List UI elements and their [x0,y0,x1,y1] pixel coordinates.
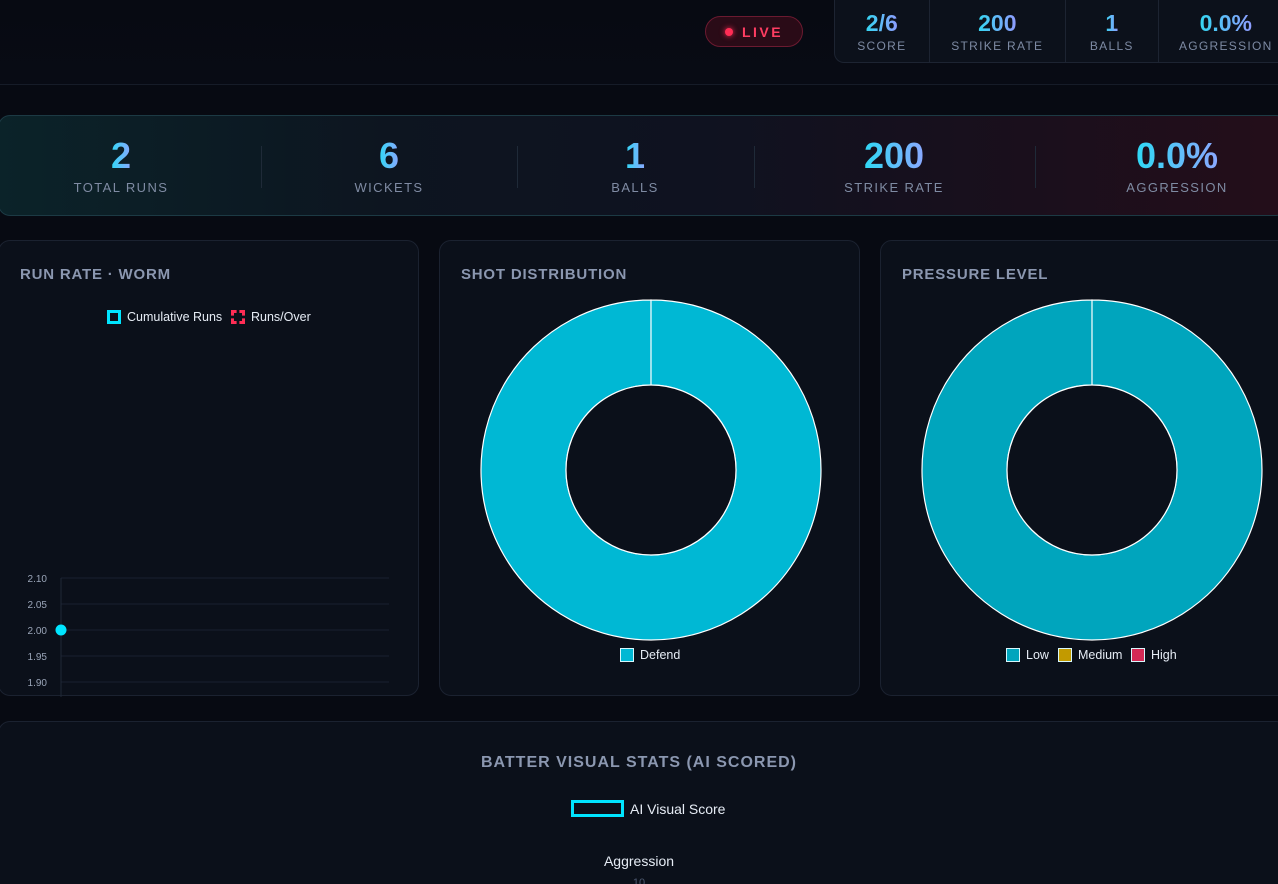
stat-label: WICKETS [354,179,424,195]
stat-label: SCORE [857,38,907,53]
card-title: BATTER VISUAL STATS (AI SCORED) [480,754,798,771]
live-badge: LIVE [705,16,803,47]
stat-label: AGGRESSION [1126,179,1228,195]
legend-label: Low [1026,648,1049,662]
shot-distribution-chart [480,299,822,641]
run-rate-card: RUN RATE · WORM Cumulative Runs Runs/Ove… [0,240,419,697]
banner-stat-aggression: 0.0% AGGRESSION [1117,116,1237,215]
live-dot-icon [724,27,733,36]
legend-low[interactable]: Low [1006,648,1049,662]
low-swatch-icon [1006,648,1020,662]
header-stats: 2/6 SCORE 200 STRIKE RATE 1 BALLS 0.0% A… [834,0,1278,63]
stat-label: BALLS [1089,38,1134,53]
stat-value: 200 [863,134,925,176]
y-tick-label: 2.10 [28,574,48,585]
stat-value: 1 [624,134,646,176]
stat-label: TOTAL RUNS [73,179,169,195]
header-stat-strike-rate: 200 STRIKE RATE [930,0,1066,62]
pressure-level-chart [921,299,1263,641]
radar-tick-label: 10 [632,877,646,884]
stat-value: 0.0% [1135,134,1219,176]
divider [754,146,755,188]
stats-banner: 2 TOTAL RUNS 6 WICKETS 1 BALLS 200 STRIK… [0,115,1278,216]
divider [261,146,262,188]
legend-ai-visual-score[interactable]: AI Visual Score [571,800,725,817]
donut-hole [1006,384,1178,556]
ai-visual-score-swatch-icon [571,800,624,817]
divider [517,146,518,188]
radar-axis-label-aggression: Aggression [603,853,675,869]
cumulative-runs-point [55,624,67,636]
stat-value: 0.0% [1199,9,1253,36]
y-tick-label: 2.00 [28,626,48,637]
medium-swatch-icon [1058,648,1072,662]
legend-high[interactable]: High [1131,648,1177,662]
stat-value: 200 [978,9,1017,36]
top-bar: LIVE 2/6 SCORE 200 STRIKE RATE 1 BALLS 0… [0,0,1278,85]
pressure-level-card: PRESSURE LEVEL Low Medium High [880,240,1278,696]
legend-label: Medium [1078,648,1123,662]
live-label: LIVE [741,23,784,40]
header-stat-balls: 1 BALLS [1066,0,1159,62]
banner-stat-balls: 1 BALLS [585,116,685,215]
high-swatch-icon [1131,648,1145,662]
batter-visual-stats-card: BATTER VISUAL STATS (AI SCORED) AI Visua… [0,721,1278,884]
stat-value: 2/6 [865,9,898,36]
legend-label: AI Visual Score [630,800,726,817]
stat-label: STRIKE RATE [951,38,1044,53]
y-tick-label: 1.90 [28,678,48,689]
stat-label: AGGRESSION [1178,38,1273,53]
stat-value: 6 [378,134,400,176]
banner-stat-strike-rate: 200 STRIKE RATE [829,116,959,215]
legend-medium[interactable]: Medium [1058,648,1122,662]
y-tick-label: 2.05 [28,600,48,611]
run-rate-chart: 2.102.052.001.951.901.85Ov 3 [28,574,389,697]
divider [1035,146,1036,188]
header-stat-aggression: 0.0% AGGRESSION [1159,0,1278,62]
shot-distribution-card: SHOT DISTRIBUTION Defend [439,240,860,696]
legend-label: High [1151,648,1177,662]
stat-label: STRIKE RATE [844,179,944,195]
legend-defend[interactable]: Defend [620,648,680,662]
banner-stat-total-runs: 2 TOTAL RUNS [61,116,181,215]
y-tick-label: 1.95 [28,652,48,663]
stat-value: 1 [1105,9,1119,36]
stat-value: 2 [110,134,132,176]
legend-label: Defend [640,648,681,662]
header-stat-score: 2/6 SCORE [835,0,930,62]
donut-hole [565,384,737,556]
stat-label: BALLS [611,179,659,195]
defend-swatch-icon [620,648,634,662]
banner-stat-wickets: 6 WICKETS [339,116,439,215]
